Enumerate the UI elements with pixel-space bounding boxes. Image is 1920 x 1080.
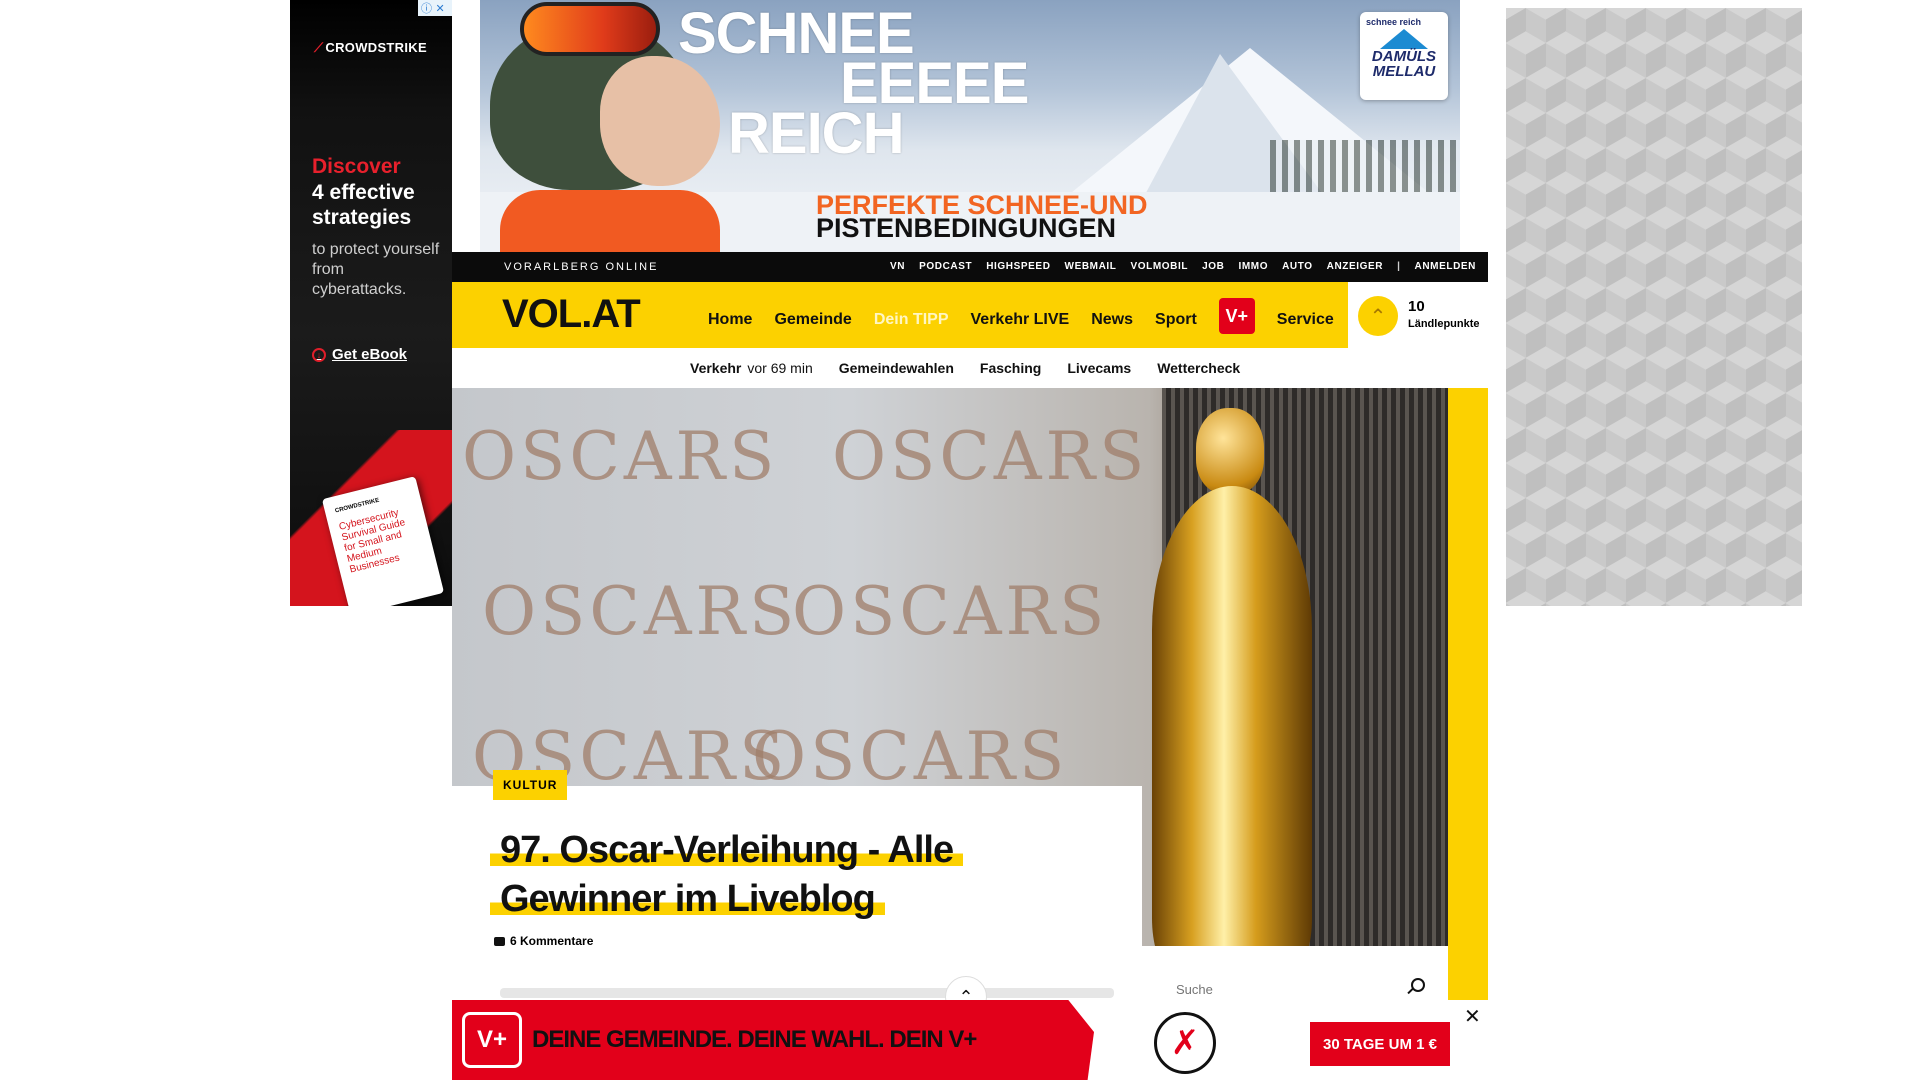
top-banner-ad[interactable]: SCHNEE EEEEE REICH PERFEKTE SCHNEE-UND P… <box>480 0 1460 252</box>
nav-item-service[interactable]: Service <box>1277 311 1334 329</box>
ad-protect-text: to protect yourself from cyberattacks. <box>312 241 440 298</box>
headline-line-2: Gewinner im Liveblog <box>490 878 885 920</box>
subnav-verkehr-label: Verkehr <box>690 360 742 376</box>
statue-head <box>1196 408 1264 494</box>
right-ad-pattern[interactable] <box>1506 8 1802 606</box>
sub-nav: Verkehr vor 69 min Gemeindewahlen Faschin… <box>452 348 1488 388</box>
link-volmobil[interactable]: VOLMOBIL <box>1131 261 1189 272</box>
vplus-logo: V+ <box>462 1012 522 1068</box>
top-utility-bar: VORARLBERG ONLINE VN PODCAST HIGHSPEED W… <box>452 252 1488 282</box>
comments-count: 6 Kommentare <box>510 934 594 948</box>
link-highspeed[interactable]: HIGHSPEED <box>986 261 1050 272</box>
hero-oscars-watermark: OSCARS <box>792 573 1109 650</box>
ad-discover-text: Discover <box>312 155 401 178</box>
ad-headline-3: REICH <box>728 101 904 166</box>
hero-oscars-watermark: OSCARS <box>752 718 1069 795</box>
points-value: 10 <box>1408 298 1425 315</box>
headline-line-1: 97. Oscar-Verleihung - Alle <box>490 829 964 871</box>
close-icon[interactable]: ✕ <box>1464 1004 1481 1028</box>
ebook-title: Cybersecurity Survival Guide for Small a… <box>337 507 407 576</box>
skier-face <box>600 56 720 186</box>
sticky-cta-button[interactable]: 30 TAGE UM 1 € <box>1310 1022 1450 1066</box>
hero-oscars-watermark: OSCARS <box>832 418 1149 495</box>
sticky-slogan: DEINE GEMEINDE. DEINE WAHL. DEIN V+ <box>532 1026 977 1053</box>
page: ⓘ ✕ ⟋ CROWDSTRIKE Discover 4 effective st… <box>0 0 1920 1080</box>
crowdstrike-hawk-icon: ⟋ <box>314 40 324 55</box>
subnav-verkehr-time: vor 69 min <box>747 360 813 376</box>
link-separator: | <box>1397 261 1401 272</box>
sub-nav-items: Verkehr vor 69 min Gemeindewahlen Faschin… <box>690 360 1240 376</box>
skier-goggles <box>520 2 660 56</box>
subnav-item-verkehr[interactable]: Verkehr vor 69 min <box>690 360 813 376</box>
subnav-item-fasching[interactable]: Fasching <box>980 360 1041 376</box>
skier-jacket <box>500 190 720 252</box>
ad-damuels-logo: schnee reich DAMÜLS MELLAU <box>1360 12 1448 100</box>
download-icon: ↓ <box>312 347 326 362</box>
main-nav: VOL.AT Home Gemeinde Dein TIPP Verkehr L… <box>452 282 1348 348</box>
nav-item-home[interactable]: Home <box>708 311 752 329</box>
search-input[interactable] <box>1176 982 1396 997</box>
link-podcast[interactable]: PODCAST <box>919 261 972 272</box>
sidebar-yellow-column <box>1448 388 1488 1003</box>
link-anmelden[interactable]: ANMELDEN <box>1415 261 1476 272</box>
ad-brand-logo: ⟋ CROWDSTRIKE <box>314 40 427 56</box>
nav-item-vplus[interactable]: V+ <box>1218 298 1255 334</box>
comment-icon <box>494 936 505 946</box>
content-placeholder-bar <box>500 988 1114 998</box>
mountain-icon <box>1380 29 1428 49</box>
comments-link[interactable]: 6 Kommentare <box>494 934 593 948</box>
nav-item-dein-tipp[interactable]: Dein TIPP <box>874 311 949 329</box>
hero-oscars-watermark: OSCARS <box>462 418 779 495</box>
utility-links: VN PODCAST HIGHSPEED WEBMAIL VOLMOBIL JO… <box>890 261 1476 272</box>
link-anzeiger[interactable]: ANZEIGER <box>1327 261 1383 272</box>
sticky-vplus-banner[interactable]: V+ DEINE GEMEINDE. DEINE WAHL. DEIN V+ ✗… <box>452 1000 1488 1080</box>
oscar-statue <box>1112 408 1352 946</box>
nav-items: Home Gemeinde Dein TIPP Verkehr LIVE New… <box>708 298 1334 334</box>
subnav-item-livecams[interactable]: Livecams <box>1067 360 1131 376</box>
adchoices-icons[interactable]: ⓘ ✕ <box>421 0 445 16</box>
subnav-item-gemeindewahlen[interactable]: Gemeindewahlen <box>839 360 954 376</box>
search-icon[interactable] <box>1411 978 1425 992</box>
nav-item-verkehr-live[interactable]: Verkehr LIVE <box>971 311 1070 329</box>
link-webmail[interactable]: WEBMAIL <box>1065 261 1117 272</box>
subnav-item-wettercheck[interactable]: Wettercheck <box>1157 360 1240 376</box>
mountain-coin-icon: ⌃ <box>1358 296 1398 336</box>
link-job[interactable]: JOB <box>1202 261 1224 272</box>
statue-body <box>1152 486 1312 946</box>
ad-get-ebook-link[interactable]: ↓ Get eBook <box>312 346 407 363</box>
link-auto[interactable]: AUTO <box>1282 261 1313 272</box>
site-tagline: VORARLBERG ONLINE <box>504 261 659 273</box>
ad-strategies-text: 4 effective strategies <box>312 181 415 229</box>
ballot-cross-icon: ✗ <box>1154 1012 1216 1074</box>
hero-oscars-watermark: OSCARS <box>482 573 799 650</box>
nav-item-news[interactable]: News <box>1091 311 1133 329</box>
ad-badge-name: DAMÜLS MELLAU <box>1371 48 1437 80</box>
article-headline[interactable]: 97. Oscar-Verleihung - Alle Gewinner im … <box>490 826 1050 924</box>
adchoices-badge[interactable]: ⓘ ✕ <box>418 0 452 16</box>
ad-brand-name: CROWDSTRIKE <box>325 40 427 55</box>
left-ad-crowdstrike[interactable]: ⓘ ✕ ⟋ CROWDSTRIKE Discover 4 effective st… <box>290 0 452 606</box>
site-logo[interactable]: VOL.AT <box>502 292 641 337</box>
link-immo[interactable]: IMMO <box>1238 261 1268 272</box>
nav-item-sport[interactable]: Sport <box>1155 311 1197 329</box>
ad-get-ebook-label: Get eBook <box>332 346 408 363</box>
laendlepunkte-widget[interactable]: ⌃ 10 Ländlepunkte <box>1348 282 1488 348</box>
points-label: Ländlepunkte <box>1408 318 1480 330</box>
ad-subline-2: PISTENBEDINGUNGEN <box>816 213 1117 243</box>
ad-badge-top: schnee reich <box>1366 17 1422 27</box>
category-tag[interactable]: KULTUR <box>493 770 568 800</box>
nav-item-gemeinde[interactable]: Gemeinde <box>774 311 851 329</box>
link-vn[interactable]: VN <box>890 261 905 272</box>
